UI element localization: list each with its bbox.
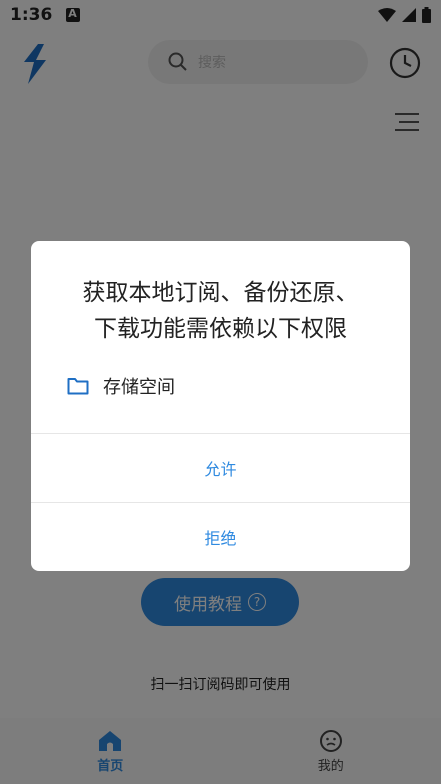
dialog-title-line2: 下载功能需依赖以下权限 — [94, 316, 347, 342]
folder-icon — [67, 378, 89, 395]
permission-item-storage: 存储空间 — [67, 373, 175, 399]
dialog-title: 获取本地订阅、备份还原、 下载功能需依赖以下权限 — [31, 275, 410, 347]
allow-button[interactable]: 允许 — [31, 434, 410, 502]
permission-label: 存储空间 — [103, 377, 175, 398]
deny-button[interactable]: 拒绝 — [31, 503, 410, 571]
dialog-title-line1: 获取本地订阅、备份还原、 — [82, 280, 359, 306]
permission-dialog: 获取本地订阅、备份还原、 下载功能需依赖以下权限 存储空间 允许 拒绝 — [31, 241, 410, 571]
